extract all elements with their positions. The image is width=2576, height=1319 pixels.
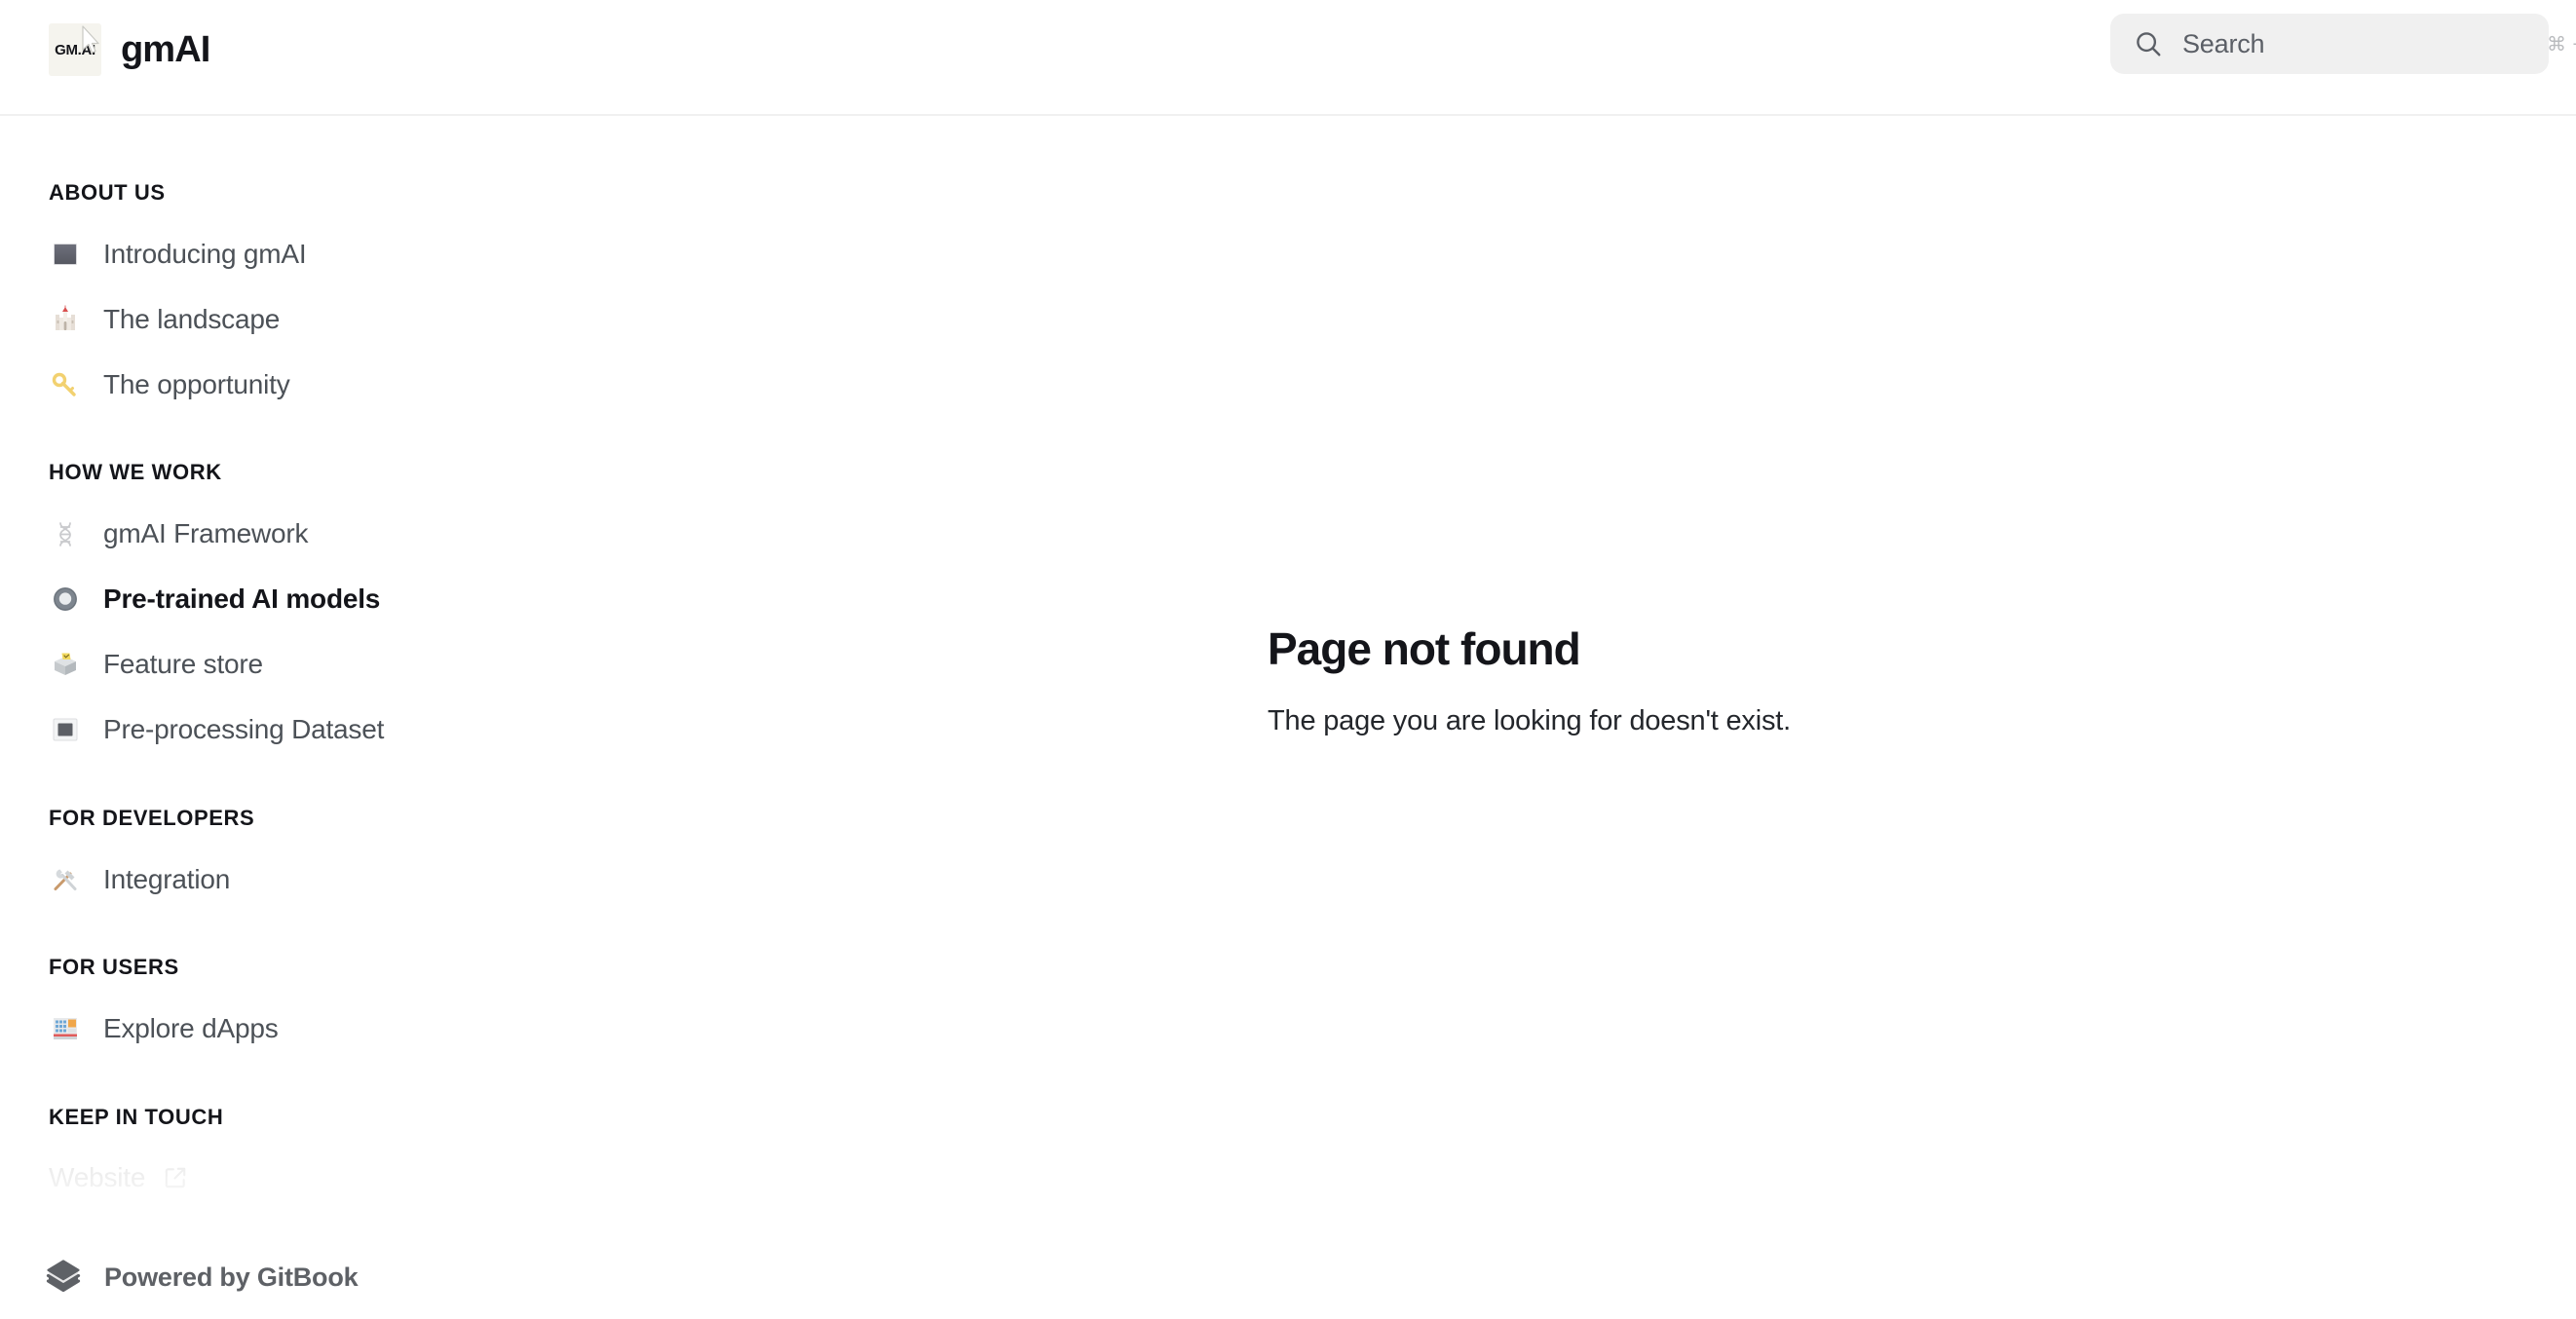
dna-icon	[49, 517, 82, 550]
logo-mark[interactable]: GM.AI	[49, 23, 101, 76]
nav-section-title: FOR USERS	[49, 955, 179, 980]
hammer-and-wrench-icon	[49, 863, 82, 896]
sidebar-item-the-landscape[interactable]: The landscape	[0, 286, 604, 352]
powered-by-label: Powered by GitBook	[104, 1262, 359, 1292]
nav-section-title: ABOUT US	[49, 180, 166, 205]
sidebar-item-label: Integration	[103, 863, 231, 894]
sidebar-item-label: Feature store	[103, 649, 263, 680]
sidebar-item-explore-dapps[interactable]: Explore dApps	[0, 997, 604, 1062]
sidebar-item-label: Explore dApps	[103, 1013, 279, 1044]
sidebar-item-pre-trained-ai-models[interactable]: Pre-trained AI models	[0, 567, 604, 632]
gitbook-logo-icon	[43, 1257, 84, 1298]
black-square-button-icon	[49, 713, 82, 746]
key-icon	[49, 368, 82, 401]
search-bar[interactable]: ⌘ + K	[2110, 14, 2576, 74]
sidebar-item-gmai-framework[interactable]: gmAI Framework	[0, 502, 604, 567]
ballot-box-icon	[49, 648, 82, 681]
sidebar-item-label: Pre-trained AI models	[103, 584, 381, 615]
sidebar-item-label: gmAI Framework	[103, 518, 309, 549]
department-store-icon	[49, 1012, 82, 1045]
search-shortcut-hint: ⌘ + K	[2547, 33, 2576, 56]
powered-by-gitbook-link[interactable]: Powered by GitBook	[43, 1257, 359, 1298]
nav-section-for-users: FOR USERS Explore dApps	[0, 955, 604, 1061]
nav-section-title: FOR DEVELOPERS	[49, 805, 255, 830]
castle-icon	[49, 303, 82, 336]
sidebar-item-integration[interactable]: Integration	[0, 847, 604, 912]
sidebar-item-feature-store[interactable]: Feature store	[0, 632, 604, 697]
sidebar-item-introducing-gmai[interactable]: Introducing gmAI	[0, 221, 604, 286]
nav-section-title: KEEP IN TOUCH	[49, 1104, 224, 1129]
nav-section-about-us: ABOUT US Introducing gmAI The landscape …	[0, 180, 604, 417]
brand[interactable]: GM.AI gmAI	[49, 23, 210, 76]
page-title: gmAI	[121, 29, 210, 70]
sidebar-link-label: Website	[49, 1162, 146, 1193]
main-content: Page not found The page you are looking …	[604, 116, 2576, 1319]
sidebar-item-label: The landscape	[103, 304, 281, 335]
sidebar-link-website[interactable]: Website	[0, 1146, 604, 1211]
top-header: GM.AI gmAI ⌘ + K	[0, 0, 2576, 116]
external-link-icon	[163, 1165, 188, 1190]
dark-square-icon	[49, 238, 82, 271]
sidebar-item-pre-processing-dataset[interactable]: Pre-processing Dataset	[0, 697, 604, 763]
logo-mark-text: GM.AI	[55, 41, 95, 58]
nav-section-title: HOW WE WORK	[49, 460, 222, 485]
sidebar-item-label: The opportunity	[103, 369, 290, 400]
search-input[interactable]	[2182, 28, 2527, 59]
sidebar-item-label: Pre-processing Dataset	[103, 714, 385, 745]
search-icon	[2134, 29, 2163, 58]
page-not-found-block: Page not found The page you are looking …	[1268, 623, 1813, 741]
sidebar-item-the-opportunity[interactable]: The opportunity	[0, 352, 604, 417]
sidebar-navigation: ABOUT US Introducing gmAI The landscape …	[0, 116, 604, 1319]
nav-section-for-developers: FOR DEVELOPERS Integration	[0, 806, 604, 912]
sidebar-item-label: Introducing gmAI	[103, 239, 307, 270]
nav-section-keep-in-touch: KEEP IN TOUCH Website	[0, 1105, 604, 1211]
not-found-title: Page not found	[1268, 623, 1581, 674]
radio-button-icon	[49, 583, 82, 616]
nav-section-how-we-work: HOW WE WORK gmAI Framework Pre-trained A…	[0, 460, 604, 762]
not-found-description: The page you are looking for doesn't exi…	[1268, 704, 1791, 736]
